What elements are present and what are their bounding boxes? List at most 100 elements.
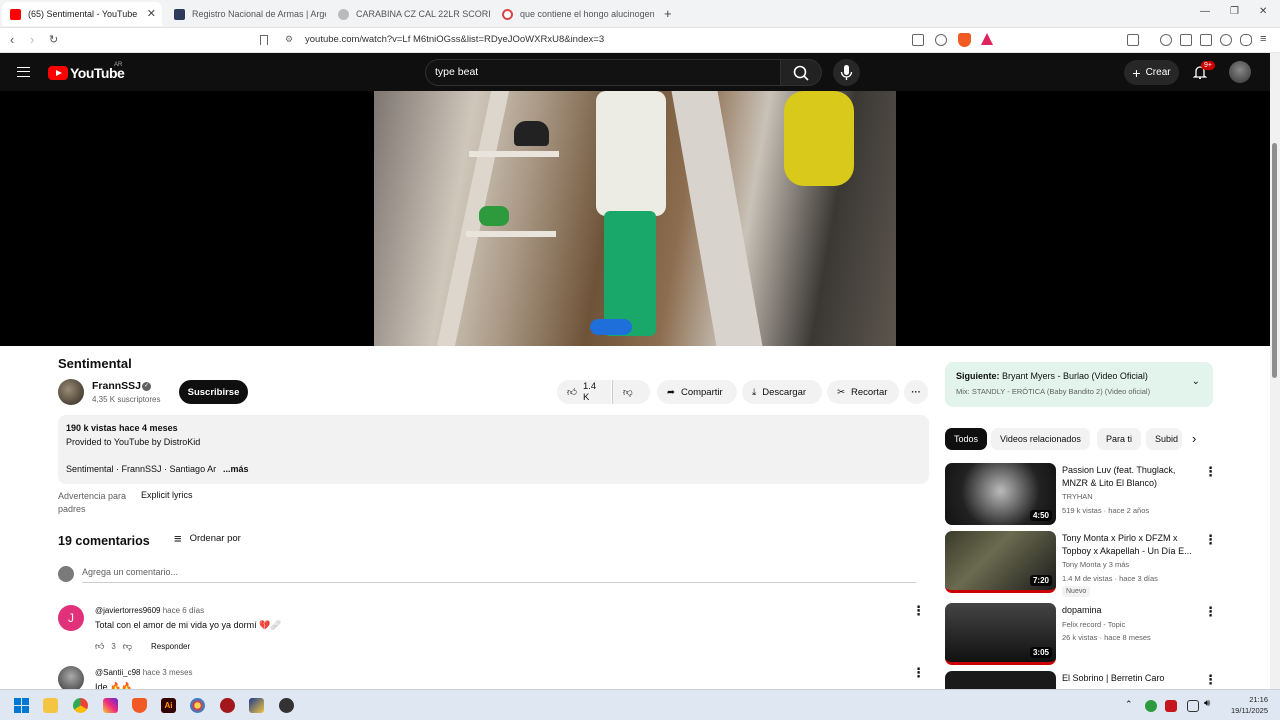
search-input[interactable]: type beat — [425, 59, 781, 86]
youtube-logo-icon[interactable] — [48, 66, 68, 80]
menu-icon[interactable]: ≡ — [1260, 33, 1266, 45]
brave-rewards-icon[interactable] — [981, 33, 993, 45]
chip-para-ti[interactable]: Para ti — [1097, 428, 1142, 450]
forward-icon[interactable]: › — [30, 32, 34, 48]
maximize-icon[interactable]: ❐ — [1230, 6, 1239, 17]
related-video[interactable]: 4:50 Passion Luv (feat. Thuglack, MNZR &… — [945, 463, 1217, 527]
new-tab-icon[interactable]: + — [664, 6, 672, 21]
add-comment-input[interactable]: Agrega un comentario... — [82, 567, 178, 577]
channel-avatar[interactable] — [58, 379, 84, 405]
dislike-button[interactable]: 👎︎ — [612, 380, 650, 404]
video-menu-icon[interactable]: ⋮ — [1204, 533, 1217, 546]
chip-related[interactable]: Videos relacionados — [991, 428, 1090, 450]
chevron-down-icon[interactable]: ⌄ — [1192, 376, 1200, 387]
show-more-link[interactable]: ...más — [223, 464, 249, 474]
brave-shield-icon[interactable] — [958, 33, 971, 47]
brave-icon[interactable] — [132, 698, 147, 713]
related-video[interactable]: 7:20 Tony Monta x Pirlo x DFZM x Topboy … — [945, 531, 1217, 597]
tray-expand-icon[interactable]: ⌃ — [1125, 699, 1133, 710]
instagram-icon[interactable] — [103, 698, 118, 713]
video-menu-icon[interactable]: ⋮ — [1204, 465, 1217, 478]
tray-app-icon[interactable] — [1145, 700, 1157, 712]
video-thumbnail[interactable]: 7:20 — [945, 531, 1056, 593]
app-with-badge-icon[interactable] — [279, 698, 294, 713]
video-channel[interactable]: Tony Monta y 3 más — [1062, 560, 1129, 569]
channel-name[interactable]: FrannSSJ — [92, 380, 141, 392]
video-title[interactable]: El Sobrino | Berretin Caro — [1062, 672, 1198, 685]
back-icon[interactable]: ‹ — [10, 32, 14, 48]
volume-icon[interactable]: 🔊︎ — [1204, 698, 1210, 709]
video-channel[interactable]: Felix record - Topic — [1062, 620, 1125, 629]
more-actions-button[interactable]: ··· — [904, 380, 928, 404]
voice-search-button[interactable] — [833, 59, 860, 86]
like-button[interactable]: 👍︎ 1.4 K — [557, 380, 611, 404]
comment-menu-icon[interactable]: ⋮ — [912, 604, 925, 617]
windows-start-icon[interactable] — [14, 698, 29, 713]
create-button[interactable]: + Crear — [1124, 60, 1179, 85]
tab-hongo[interactable]: que contiene el hongo alucinogeno — [494, 2, 654, 26]
video-player[interactable] — [0, 91, 1270, 346]
related-video[interactable]: El Sobrino | Berretin Caro ⋮ — [945, 671, 1213, 689]
video-title[interactable]: dopamina — [1062, 604, 1198, 617]
close-tab-icon[interactable]: ✕ — [147, 7, 156, 20]
account-avatar[interactable] — [1229, 61, 1251, 83]
tab-registro[interactable]: Registro Nacional de Armas | Argent — [166, 2, 326, 26]
comment-dislike-icon[interactable]: 👎︎ — [123, 641, 132, 652]
share-button[interactable]: ➦ Compartir — [657, 380, 737, 404]
tab-carabina[interactable]: CARABINA CZ CAL 22LR SCORPION — [330, 2, 490, 26]
file-explorer-icon[interactable] — [43, 698, 58, 713]
up-next-panel[interactable]: Siguiente: Bryant Myers - Burlao (Video … — [945, 362, 1213, 407]
url-field[interactable]: youtube.com/watch?v=Lf M6tniOGss&list=RD… — [305, 34, 604, 45]
hamburger-menu-icon[interactable] — [17, 67, 30, 77]
red-app-icon[interactable] — [220, 698, 235, 713]
scrollbar-thumb[interactable] — [1272, 143, 1277, 378]
video-thumbnail[interactable]: 3:05 — [945, 603, 1056, 665]
video-title[interactable]: Passion Luv (feat. Thuglack, MNZR & Lito… — [1062, 464, 1198, 490]
clip-button[interactable]: ✂ Recortar — [827, 380, 899, 404]
comment-time[interactable]: hace 6 días — [163, 606, 204, 615]
chip-subidos[interactable]: Subid — [1146, 428, 1182, 450]
sidebar-icon[interactable] — [1127, 34, 1139, 46]
music-icon[interactable] — [1160, 34, 1172, 46]
chrome-icon[interactable] — [73, 698, 88, 713]
parental-advisory-value[interactable]: Explicit lyrics — [141, 490, 193, 500]
video-channel[interactable]: TRYHAN — [1062, 492, 1093, 501]
leo-ai-icon[interactable] — [1220, 34, 1232, 46]
close-window-icon[interactable]: ✕ — [1259, 6, 1267, 17]
video-frame[interactable] — [374, 91, 896, 346]
subscribe-button[interactable]: Suscribirse — [179, 380, 248, 404]
reload-icon[interactable]: ↻ — [49, 32, 58, 48]
comment-author[interactable]: @Santii_c98 — [95, 668, 140, 677]
site-info-icon[interactable]: ⚙ — [285, 34, 293, 45]
network-icon[interactable] — [1187, 700, 1199, 712]
cast-icon[interactable] — [912, 34, 924, 46]
chip-todos[interactable]: Todos — [945, 428, 988, 450]
comment-author[interactable]: @javiertorres9609 — [95, 606, 160, 615]
system-clock[interactable]: 21:16 19/11/2025 — [1231, 694, 1268, 716]
sort-comments-button[interactable]: ≡ Ordenar por — [174, 532, 241, 545]
bookmark-icon[interactable] — [260, 35, 268, 45]
video-thumbnail[interactable]: 4:50 — [945, 463, 1056, 525]
commenter-avatar[interactable]: J — [58, 605, 84, 631]
code-app-icon[interactable] — [249, 698, 264, 713]
search-button[interactable] — [781, 59, 822, 86]
page-scrollbar[interactable] — [1270, 53, 1280, 689]
comment-like-icon[interactable]: 👍︎ — [95, 641, 104, 652]
share-icon[interactable] — [935, 34, 947, 46]
reply-button[interactable]: Responder — [151, 642, 190, 651]
chevron-right-icon[interactable]: › — [1192, 431, 1196, 446]
illustrator-icon[interactable]: Ai — [161, 698, 176, 713]
download-button[interactable]: ⤓ Descargar — [742, 380, 822, 404]
comment-time[interactable]: hace 3 meses — [143, 668, 193, 677]
browser-app-icon[interactable] — [190, 698, 205, 713]
related-video[interactable]: 3:05 dopamina Felix record - Topic 26 k … — [945, 603, 1217, 667]
reader-icon[interactable] — [1180, 34, 1192, 46]
video-title[interactable]: Tony Monta x Pirlo x DFZM x Topboy x Aka… — [1062, 532, 1198, 558]
comment-menu-icon[interactable]: ⋮ — [912, 666, 925, 679]
tray-red-icon[interactable] — [1165, 700, 1177, 712]
video-thumbnail[interactable] — [945, 671, 1056, 689]
tab-youtube[interactable]: (65) Sentimental - YouTube ✕ — [2, 2, 162, 26]
minimize-icon[interactable]: — — [1200, 6, 1210, 17]
video-menu-icon[interactable]: ⋮ — [1204, 673, 1213, 686]
description-box[interactable]: 190 k vistas hace 4 meses Provided to Yo… — [58, 415, 929, 484]
